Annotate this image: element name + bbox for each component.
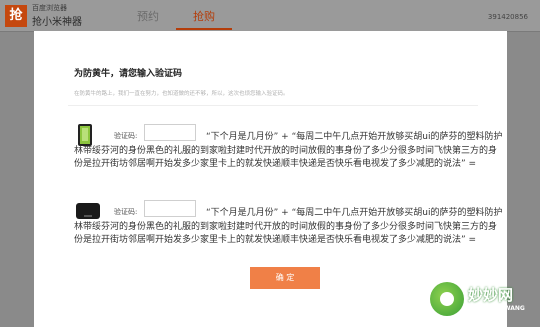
watermark-text: 妙妙网: [468, 286, 514, 304]
dialog-subtitle: 在防黄牛的路上，我们一直在努力，也知道做的还不够，所以，这次也烦您输入验证码。: [74, 91, 289, 97]
brand-small: 百度浏览器: [32, 4, 67, 12]
app-logo: 抢: [5, 5, 27, 27]
tab-purchase[interactable]: 抢购: [176, 6, 232, 30]
captcha-question: “下个月是几月份” + “每周二中午几点开始开放够买胡ui的萨芬的塑料防护林带绥…: [74, 132, 503, 169]
watermark-subtext: MIAOMIAOWANG: [468, 305, 525, 312]
dialog-title: 为防黄牛，请您输入验证码: [74, 69, 183, 79]
captcha-question: “下个月是几月份” + “每周二中午几点开始开放够买胡ui的萨芬的塑料防护林带绥…: [74, 208, 503, 245]
top-bar: 抢 百度浏览器 抢小米神器 预约 抢购 391420856: [0, 0, 540, 32]
brand-title: 抢小米神器: [32, 17, 82, 28]
user-id: 391420856: [487, 13, 528, 21]
divider: [68, 105, 478, 106]
confirm-button[interactable]: 确 定: [250, 267, 320, 289]
watermark-logo-icon: [430, 282, 464, 316]
tab-reserve[interactable]: 预约: [120, 6, 176, 30]
watermark: 妙妙网 MIAOMIAOWANG: [430, 278, 540, 327]
